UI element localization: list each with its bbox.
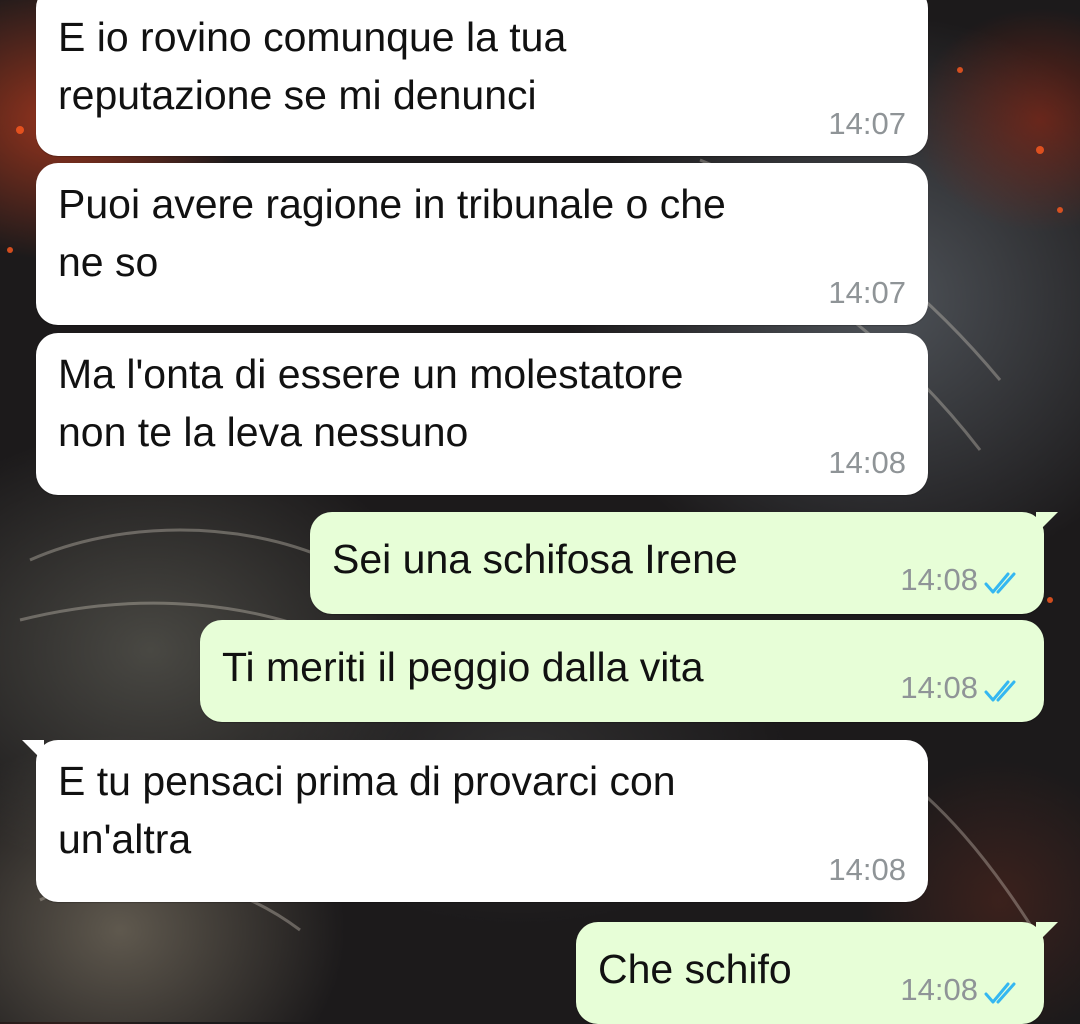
message-text: Ma l'onta di essere un molestatore non t… — [58, 351, 684, 455]
message-bubble-outgoing[interactable]: Ti meriti il peggio dalla vita 14:08 — [200, 620, 1044, 722]
message-bubble-incoming[interactable]: E tu pensaci prima di provarci con un'al… — [22, 740, 928, 902]
message-time: 14:08 — [900, 670, 978, 705]
message-text: Ti meriti il peggio dalla vita — [222, 644, 704, 690]
bubble-tail — [22, 740, 44, 762]
message-time: 14:08 — [900, 972, 978, 1007]
double-check-read-icon — [984, 680, 1016, 702]
message-time: 14:07 — [828, 275, 906, 310]
message-bubble-incoming[interactable]: Puoi avere ragione in tribunale o che ne… — [36, 163, 928, 325]
bubble-tail — [1036, 512, 1058, 534]
message-time: 14:08 — [828, 852, 906, 887]
double-check-read-icon — [984, 572, 1016, 594]
double-check-read-icon — [984, 982, 1016, 1004]
bubble-tail — [1036, 922, 1058, 944]
message-time: 14:08 — [828, 445, 906, 480]
message-bubble-outgoing[interactable]: Sei una schifosa Irene 14:08 — [310, 512, 1058, 614]
message-bubble-outgoing[interactable]: Che schifo 14:08 — [576, 922, 1058, 1024]
message-time: 14:07 — [828, 106, 906, 141]
message-text: Puoi avere ragione in tribunale o che ne… — [58, 181, 726, 285]
message-bubble-incoming[interactable]: Ma l'onta di essere un molestatore non t… — [36, 333, 928, 495]
message-text: E tu pensaci prima di provarci con un'al… — [58, 758, 676, 862]
message-text: Che schifo — [598, 946, 792, 992]
message-text: E io rovino comunque la tua reputazione … — [58, 14, 567, 118]
message-bubble-incoming[interactable]: E io rovino comunque la tua reputazione … — [36, 0, 928, 156]
message-time: 14:08 — [900, 562, 978, 597]
message-text: Sei una schifosa Irene — [332, 536, 738, 582]
